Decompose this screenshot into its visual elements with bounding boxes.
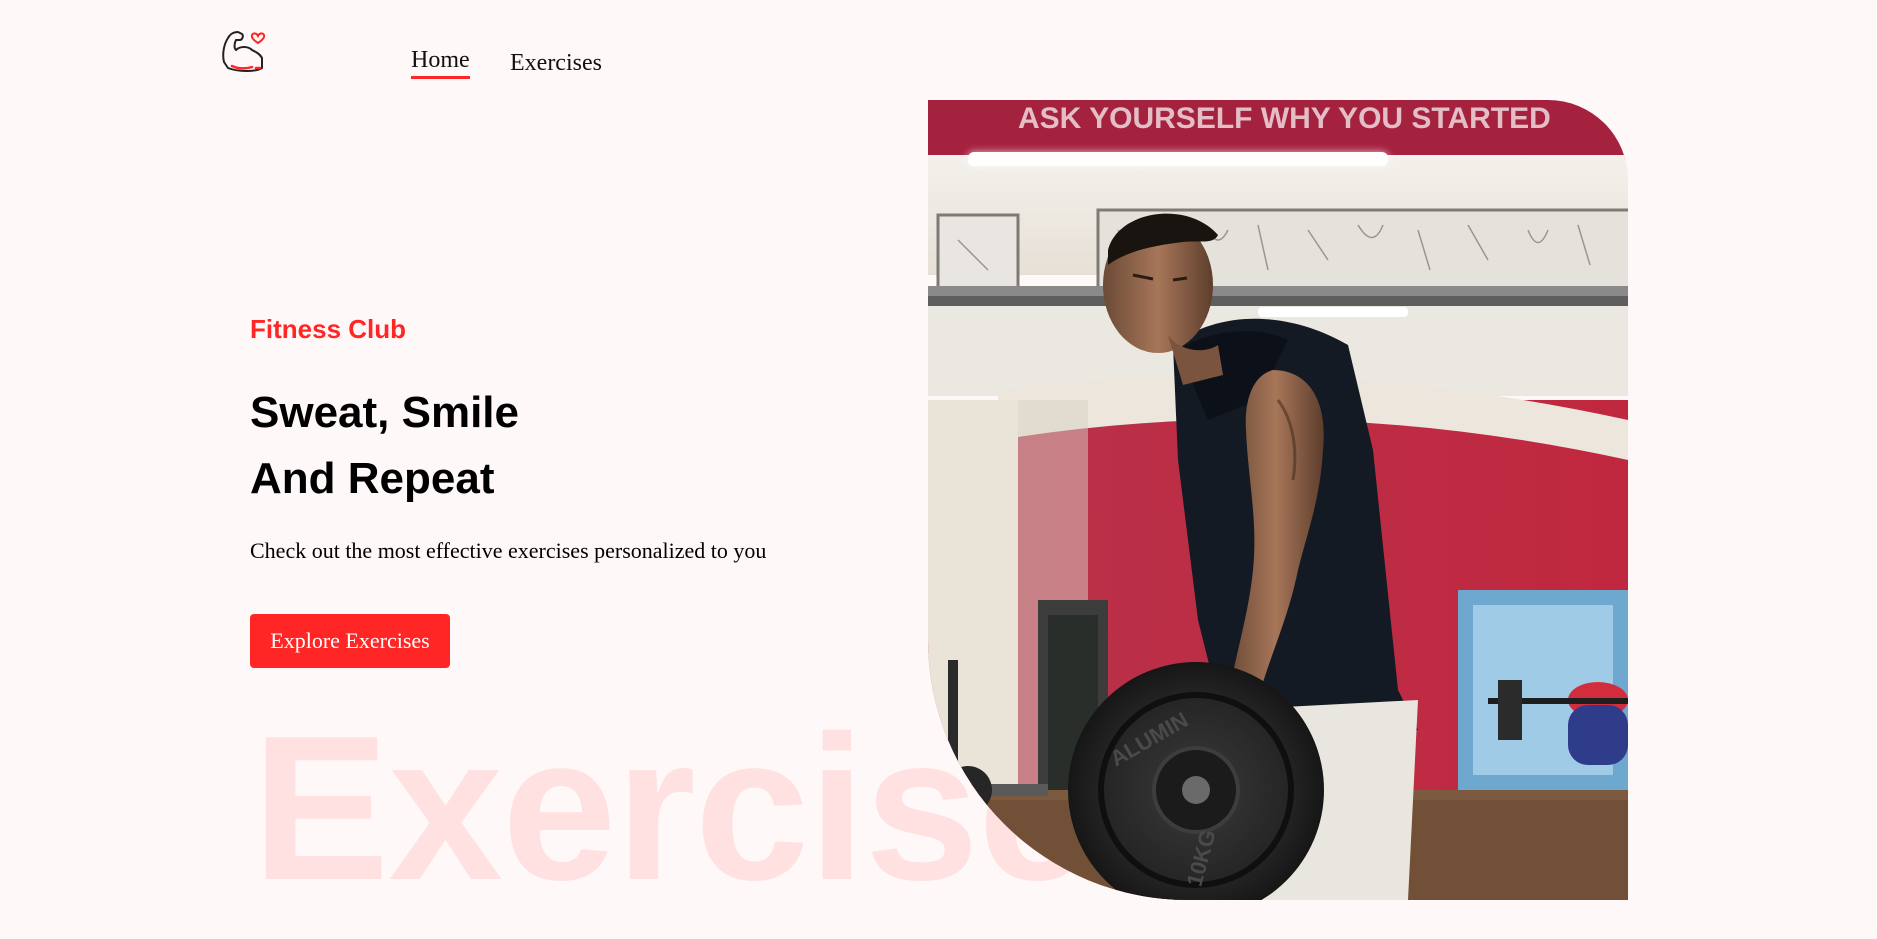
explore-exercises-button[interactable]: Explore Exercises (250, 614, 450, 668)
hero-title: Sweat, Smile And Repeat (250, 380, 519, 512)
top-navbar: Home Exercises (0, 0, 1877, 100)
hero-title-line-2: And Repeat (250, 454, 495, 503)
hero-title-line-1: Sweat, Smile (250, 388, 520, 437)
nav-link-home[interactable]: Home (411, 46, 470, 79)
gym-photo-image: ASK YOURSELF WHY YOU STARTED ALUMIN 10KG (928, 100, 1628, 900)
hero-label: Fitness Club (250, 314, 407, 344)
nav-link-exercises[interactable]: Exercises (510, 49, 602, 77)
logo-icon[interactable] (218, 24, 270, 76)
flexed-arm-heart-icon (222, 31, 266, 72)
hero-subtitle: Check out the most effective exercises p… (250, 538, 767, 563)
gym-banner-text: ASK YOURSELF WHY YOU STARTED (1018, 102, 1551, 135)
hero-banner-image: ASK YOURSELF WHY YOU STARTED ALUMIN 10KG (928, 100, 1628, 900)
